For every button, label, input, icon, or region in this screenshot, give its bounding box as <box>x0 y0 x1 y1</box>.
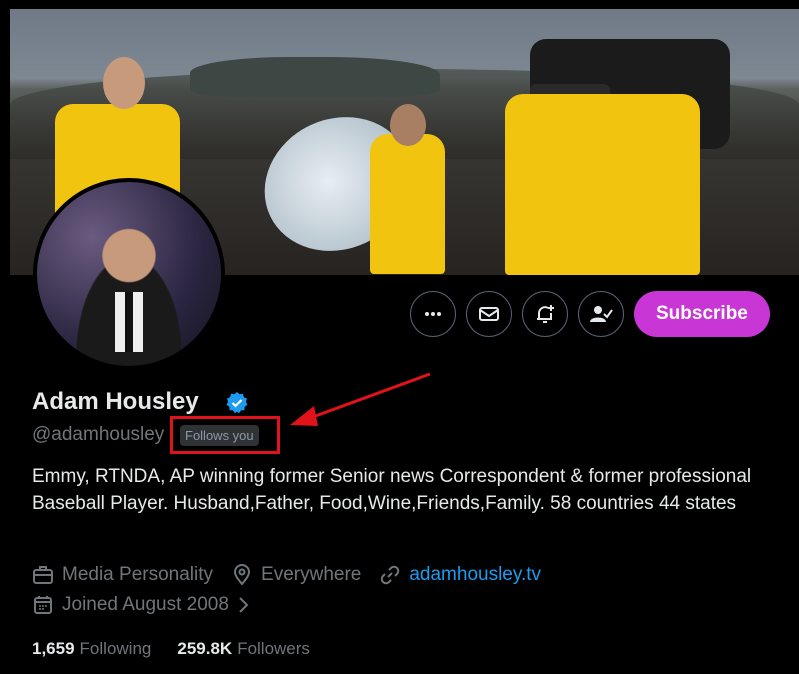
profile-website[interactable]: adamhousley.tv <box>379 564 541 586</box>
banner-person-middle <box>370 134 445 274</box>
banner-head-left <box>103 57 145 109</box>
banner-person-right <box>505 94 700 275</box>
person-check-icon <box>590 306 613 322</box>
more-icon <box>425 312 441 316</box>
category-label: Media Personality <box>62 564 214 585</box>
profile-meta-row-1: Media Personality Everywhere adamhousley… <box>32 564 559 586</box>
following-button[interactable] <box>578 291 624 337</box>
mail-icon <box>479 307 499 321</box>
calendar-icon <box>34 596 52 614</box>
link-icon <box>381 565 400 585</box>
verified-badge-icon[interactable] <box>225 391 249 415</box>
website-link[interactable]: adamhousley.tv <box>409 564 541 586</box>
joined-label: Joined August 2008 <box>62 594 229 615</box>
profile-actions: Subscribe <box>410 291 770 337</box>
profile-location: Everywhere <box>231 564 361 586</box>
briefcase-icon <box>33 566 53 584</box>
following-count[interactable]: 1,659 <box>32 639 75 659</box>
followers-label[interactable]: Followers <box>237 639 310 659</box>
notify-button[interactable] <box>522 291 568 337</box>
banner-head-middle <box>390 104 426 146</box>
location-label: Everywhere <box>261 564 362 585</box>
message-button[interactable] <box>466 291 512 337</box>
annotation-arrow-icon <box>290 372 431 426</box>
profile-name: Adam Housley <box>32 388 199 415</box>
more-button[interactable] <box>410 291 456 337</box>
profile-avatar[interactable] <box>33 178 225 370</box>
profile-meta-row-2: Joined August 2008 <box>32 594 277 616</box>
profile-bio: Emmy, RTNDA, AP winning former Senior ne… <box>32 466 752 514</box>
subscribe-button[interactable]: Subscribe <box>634 291 770 337</box>
annotation-highlight-box <box>170 416 280 454</box>
avatar-shirt <box>115 292 143 352</box>
profile-joined[interactable]: Joined August 2008 <box>32 594 259 616</box>
profile-stats: 1,659 Following 259.8K Followers <box>32 639 336 659</box>
banner-trees <box>190 57 440 97</box>
profile-category: Media Personality <box>32 564 213 586</box>
profile-handle: @adamhousley <box>32 424 165 445</box>
top-strip <box>0 0 799 9</box>
followers-count[interactable]: 259.8K <box>177 639 232 659</box>
following-label[interactable]: Following <box>80 639 152 659</box>
bell-plus-icon <box>537 305 554 323</box>
location-pin-icon <box>234 564 251 586</box>
chevron-right-icon <box>239 597 249 613</box>
